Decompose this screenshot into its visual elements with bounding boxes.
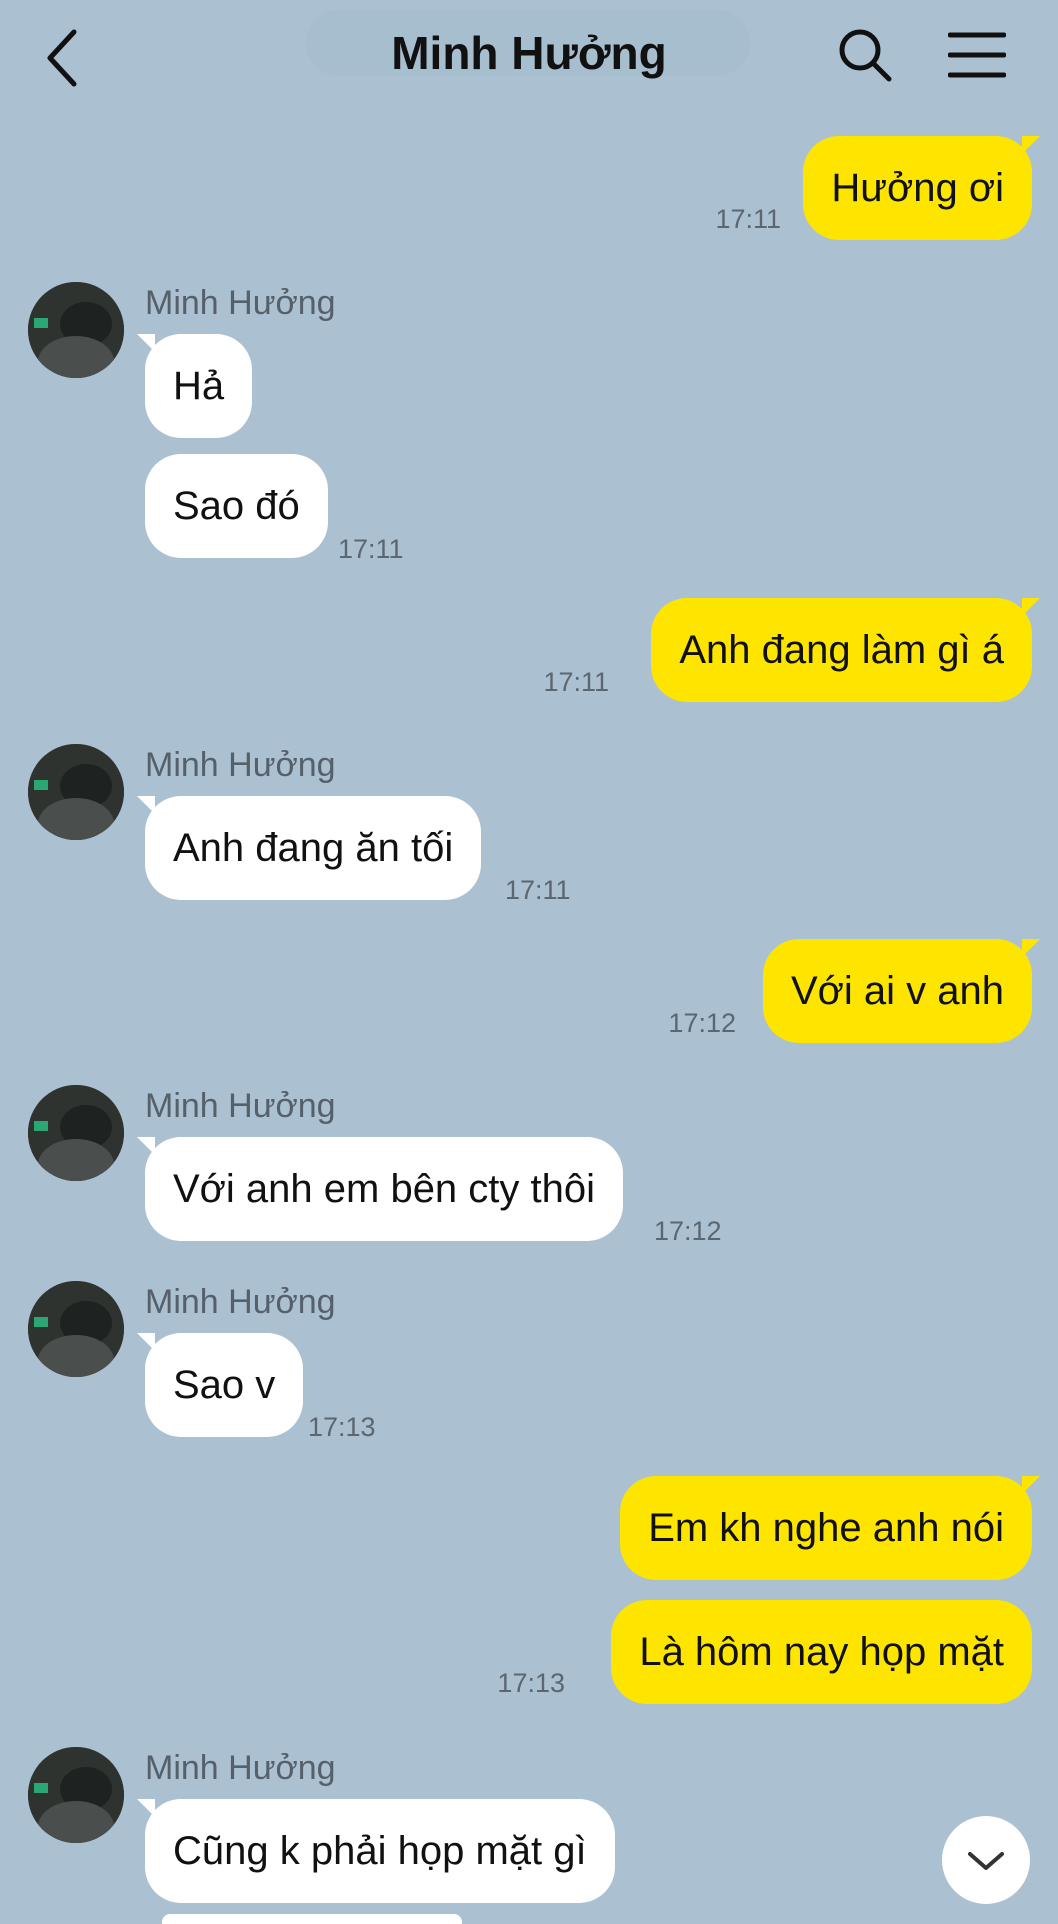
menu-button[interactable]: [947, 30, 1007, 80]
sender-name: Minh Hưởng: [145, 284, 336, 322]
chevron-down-icon: [968, 1852, 1004, 1870]
message-time: 17:12: [668, 1008, 736, 1038]
message-time: 17:11: [715, 204, 781, 234]
message-time: 17:13: [308, 1412, 376, 1442]
chat-header: Minh Hưởng: [0, 0, 1058, 112]
message-bubble-partial: [162, 1914, 462, 1924]
avatar[interactable]: [28, 744, 124, 840]
message-time: 17:11: [338, 534, 404, 564]
avatar[interactable]: [28, 1747, 124, 1843]
message-bubble-incoming[interactable]: Hả: [136, 334, 253, 438]
message-bubble-incoming[interactable]: Cũng k phải họp mặt gì: [137, 1799, 615, 1903]
search-icon: [839, 29, 892, 82]
message-time: 17:12: [654, 1216, 722, 1246]
sender-name: Minh Hưởng: [145, 746, 336, 784]
message-bubble-incoming[interactable]: Anh đang ăn tối: [136, 796, 482, 900]
message-bubble-outgoing[interactable]: Với ai v anh: [762, 939, 1041, 1043]
avatar[interactable]: [28, 282, 124, 378]
message-bubble-incoming[interactable]: Sao v: [136, 1333, 304, 1437]
message-bubble-incoming[interactable]: Với anh em bên cty thôi: [136, 1137, 624, 1241]
message-bubble-outgoing[interactable]: Là hôm nay họp mặt: [611, 1600, 1032, 1704]
avatar[interactable]: [28, 1085, 124, 1181]
message-bubble-incoming[interactable]: Sao đó: [145, 454, 328, 558]
message-time: 17:13: [497, 1668, 565, 1698]
sender-name: Minh Hưởng: [145, 1749, 336, 1787]
message-bubble-outgoing[interactable]: Anh đang làm gì á: [651, 598, 1040, 702]
message-time: 17:11: [505, 875, 571, 905]
search-button[interactable]: [836, 26, 894, 84]
sender-name: Minh Hưởng: [145, 1283, 336, 1321]
avatar[interactable]: [28, 1281, 124, 1377]
message-bubble-outgoing[interactable]: Hưởng ơi: [803, 136, 1040, 240]
message-bubble-outgoing[interactable]: Em kh nghe anh nói: [620, 1476, 1040, 1580]
message-time: 17:11: [543, 667, 609, 697]
sender-name: Minh Hưởng: [145, 1087, 336, 1125]
hamburger-menu-icon: [947, 32, 1007, 78]
chat-title: Minh Hưởng: [391, 27, 667, 79]
scroll-to-bottom-button[interactable]: [942, 1816, 1030, 1904]
